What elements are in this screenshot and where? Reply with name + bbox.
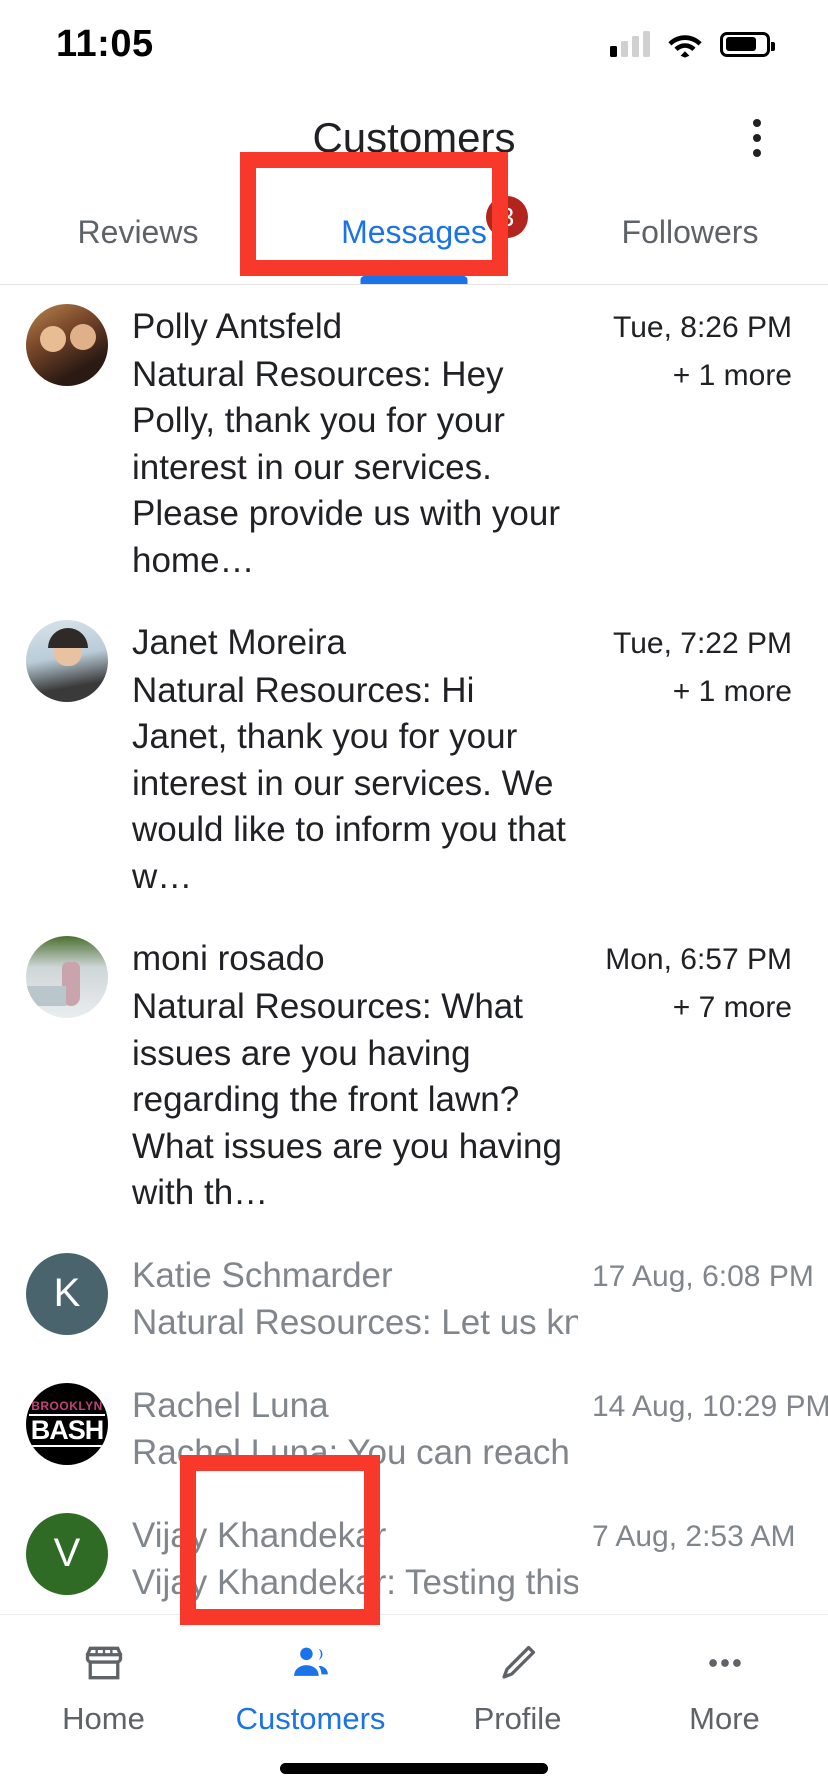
avatar: V: [26, 1512, 108, 1595]
battery-icon: [720, 31, 775, 57]
message-time: 14 Aug, 10:29 PM: [592, 1389, 828, 1423]
brooklyn-bash-logo-icon: BROOKLYN BASH: [26, 1383, 108, 1465]
contact-name: Polly Antsfeld: [132, 307, 343, 346]
status-bar: 11:05: [0, 0, 828, 88]
message-meta: 7 Aug, 2:53 AM: [592, 1513, 796, 1558]
message-body: moni rosado Natural Resources: What issu…: [132, 936, 592, 1216]
page-title: Customers: [312, 114, 516, 161]
app-bar: Customers: [0, 88, 828, 188]
tab-reviews[interactable]: Reviews: [0, 188, 276, 284]
message-more-count: + 7 more: [672, 990, 792, 1024]
avatar: [26, 936, 108, 1019]
nav-item-home[interactable]: Home: [0, 1639, 207, 1737]
message-time: 17 Aug, 6:08 PM: [592, 1259, 814, 1293]
avatar: BROOKLYN BASH: [26, 1382, 108, 1465]
list-item[interactable]: V Vijay Khandekar Vijay Khandekar: Testi…: [0, 1495, 828, 1625]
message-time: Mon, 6:57 PM: [605, 943, 792, 977]
avatar-initial: K: [53, 1271, 81, 1316]
message-body: Katie Schmarder Natural Resources: Let u…: [132, 1253, 592, 1347]
list-item[interactable]: BROOKLYN BASH Rachel Luna Rachel Luna: Y…: [0, 1365, 828, 1495]
message-body: Janet Moreira Natural Resources: Hi Jane…: [132, 620, 592, 900]
people-icon: [287, 1639, 335, 1687]
more-vertical-icon[interactable]: [722, 103, 792, 173]
tab-label: Reviews: [77, 214, 199, 250]
list-item[interactable]: moni rosado Natural Resources: What issu…: [0, 918, 828, 1234]
message-meta: Mon, 6:57 PM + 7 more: [592, 936, 792, 1025]
wifi-icon: [668, 34, 702, 58]
contact-name: moni rosado: [132, 939, 325, 979]
contact-name: Janet Moreira: [132, 623, 346, 663]
message-more-count: + 1 more: [672, 358, 792, 392]
tab-label: Followers: [621, 214, 759, 250]
status-time: 11:05: [56, 22, 154, 65]
status-badge: 3: [486, 196, 528, 238]
message-body: Polly Antsfeld Natural Resources: Hey Po…: [132, 304, 592, 584]
nav-item-more[interactable]: More: [621, 1639, 828, 1737]
avatar: K: [26, 1252, 108, 1335]
storefront-icon: [80, 1639, 128, 1687]
avatar-initial: V: [53, 1531, 81, 1576]
nav-item-profile[interactable]: Profile: [414, 1639, 621, 1737]
list-item[interactable]: K Katie Schmarder Natural Resources: Let…: [0, 1235, 828, 1365]
cellular-signal-icon: [610, 31, 650, 57]
message-more-count: + 1 more: [672, 674, 792, 708]
message-meta: Tue, 7:22 PM + 1 more: [592, 620, 792, 709]
tab-messages[interactable]: Messages 3: [276, 188, 552, 284]
avatar: [26, 304, 108, 386]
list-item[interactable]: Janet Moreira Natural Resources: Hi Jane…: [0, 602, 828, 918]
contact-name: Rachel Luna: [132, 1385, 329, 1425]
message-time: Tue, 7:22 PM: [613, 627, 792, 661]
contact-name: Vijay Khandekar: [132, 1515, 387, 1555]
nav-label: Customers: [235, 1701, 386, 1736]
more-horizontal-icon: [701, 1639, 749, 1687]
tab-label: Messages: [341, 214, 487, 250]
message-meta: 14 Aug, 10:29 PM: [592, 1383, 828, 1428]
message-body: Vijay Khandekar Vijay Khandekar: Testing…: [132, 1513, 592, 1607]
message-preview: Natural Resources: Hey Polly, thank you …: [132, 354, 560, 580]
message-preview: Natural Resources: What issues are you h…: [132, 986, 562, 1213]
message-preview: Natural Resources: Let us know if we can…: [132, 1303, 578, 1343]
avatar: [26, 620, 108, 703]
logo-bottom-text: BASH: [28, 1414, 106, 1448]
message-list: Polly Antsfeld Natural Resources: Hey Po…: [0, 286, 828, 1625]
message-time: Tue, 8:26 PM: [613, 311, 792, 344]
tab-bar: Reviews Messages 3 Followers: [0, 188, 828, 285]
nav-label: More: [689, 1701, 760, 1736]
nav-label: Home: [62, 1701, 145, 1736]
message-meta: 17 Aug, 6:08 PM: [592, 1253, 814, 1298]
nav-label: Profile: [473, 1701, 562, 1736]
list-item[interactable]: Polly Antsfeld Natural Resources: Hey Po…: [0, 286, 828, 602]
logo-top-text: BROOKLYN: [31, 1399, 103, 1414]
message-body: Rachel Luna Rachel Luna: You can reach m…: [132, 1383, 592, 1477]
phone-screen: 11:05 Customers Reviews Messages 3 Follo…: [0, 0, 828, 1792]
home-indicator: [280, 1763, 548, 1774]
status-indicators: [610, 31, 775, 58]
message-preview: Rachel Luna: You can reach me @ 347-865…: [132, 1433, 578, 1473]
message-preview: Natural Resources: Hi Janet, thank you f…: [132, 670, 566, 896]
message-preview: Vijay Khandekar: Testing this from Goril…: [132, 1563, 578, 1603]
pencil-icon: [494, 1639, 542, 1687]
nav-item-customers[interactable]: Customers: [207, 1639, 414, 1737]
message-meta: Tue, 8:26 PM + 1 more: [592, 304, 792, 393]
tab-followers[interactable]: Followers: [552, 188, 828, 284]
message-time: 7 Aug, 2:53 AM: [592, 1519, 796, 1553]
tab-active-indicator: [360, 276, 468, 284]
contact-name: Katie Schmarder: [132, 1255, 393, 1295]
